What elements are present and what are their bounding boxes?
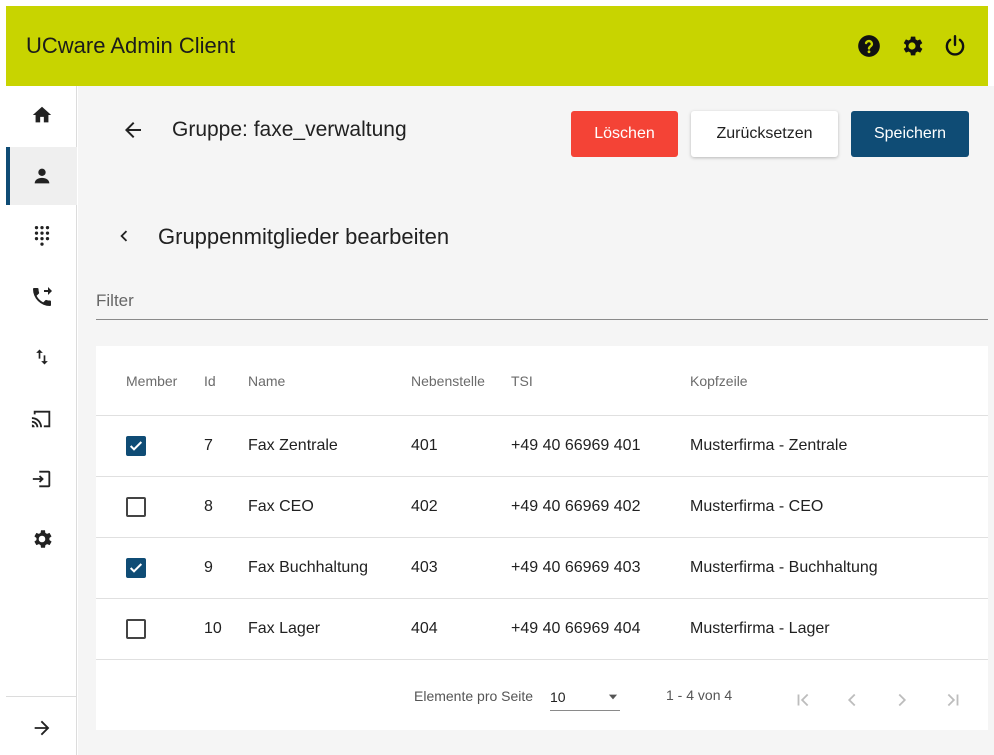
top-app-bar: UCware Admin Client: [6, 6, 988, 86]
row-id: 8: [204, 498, 213, 515]
row-name: Fax CEO: [248, 498, 314, 515]
row-name: Fax Buchhaltung: [248, 559, 369, 576]
gear-icon: [33, 530, 52, 548]
delete-button[interactable]: Löschen: [571, 111, 678, 157]
row-tsi: +49 40 66969 401: [511, 437, 641, 454]
chevron-right-icon: [898, 693, 907, 707]
row-nebenstelle: 403: [411, 559, 438, 576]
dropdown-arrow-icon: [608, 694, 618, 700]
header-actions: [856, 33, 968, 59]
sidebar-item-users[interactable]: [6, 147, 77, 205]
check-icon: [129, 563, 143, 573]
back-button[interactable]: [119, 116, 147, 144]
row-nebenstelle: 402: [411, 498, 438, 515]
table-row[interactable]: 9 Fax Buchhaltung 403 +49 40 66969 403 M…: [96, 538, 988, 599]
home-icon: [32, 106, 51, 123]
row-id: 7: [204, 437, 213, 454]
first-page-button[interactable]: [786, 682, 822, 718]
last-page-icon: [947, 693, 959, 707]
check-icon: [129, 441, 143, 451]
chevron-left-icon: [847, 693, 856, 707]
row-kopfzeile: Musterfirma - Buchhaltung: [690, 559, 878, 576]
previous-page-button[interactable]: [834, 682, 870, 718]
sidebar-item-settings[interactable]: [6, 510, 77, 568]
column-header-id[interactable]: Id: [204, 346, 216, 415]
row-nebenstelle: 401: [411, 437, 438, 454]
member-checkbox[interactable]: [126, 558, 146, 578]
sidebar-expand-button[interactable]: [6, 699, 77, 755]
sidebar-item-login[interactable]: [6, 450, 77, 508]
arrow-back-icon: [125, 122, 141, 138]
row-tsi: +49 40 66969 403: [511, 559, 641, 576]
row-kopfzeile: Musterfirma - Lager: [690, 620, 830, 637]
member-checkbox[interactable]: [126, 619, 146, 639]
row-tsi: +49 40 66969 404: [511, 620, 641, 637]
sidebar-item-routing[interactable]: [6, 328, 77, 386]
page-range-label: 1 - 4 von 4: [666, 687, 733, 703]
last-page-button[interactable]: [934, 682, 970, 718]
main-content: Gruppe: faxe_verwaltung Löschen Zurückse…: [78, 86, 994, 755]
row-tsi: +49 40 66969 402: [511, 498, 641, 515]
row-kopfzeile: Musterfirma - Zentrale: [690, 437, 848, 454]
cast-icon: [31, 410, 50, 428]
row-nebenstelle: 404: [411, 620, 438, 637]
column-header-nebenstelle[interactable]: Nebenstelle: [411, 346, 485, 415]
column-header-member[interactable]: Member: [126, 346, 177, 415]
table-header: Member Id Name Nebenstelle TSI Kopfzeile: [96, 346, 988, 416]
sidebar-item-dialpad[interactable]: [6, 206, 77, 264]
save-button[interactable]: Speichern: [851, 111, 969, 157]
column-header-tsi[interactable]: TSI: [511, 346, 533, 415]
swap-vert-icon: [35, 349, 48, 365]
table-row[interactable]: 10 Fax Lager 404 +49 40 66969 404 Muster…: [96, 599, 988, 660]
section-title: Gruppenmitglieder bearbeiten: [158, 224, 450, 249]
page-size-label: Elemente pro Seite: [414, 688, 534, 704]
members-table: Member Id Name Nebenstelle TSI Kopfzeile…: [96, 346, 988, 730]
row-name: Fax Zentrale: [248, 437, 338, 454]
reset-button[interactable]: Zurücksetzen: [691, 111, 838, 157]
sidebar-item-call-forward[interactable]: [6, 268, 77, 326]
login-icon: [32, 470, 50, 488]
power-icon[interactable]: [942, 33, 968, 59]
column-header-name[interactable]: Name: [248, 346, 285, 415]
filter-field[interactable]: [96, 282, 988, 320]
paginator: Elemente pro Seite 10 1 - 4 von 4: [96, 670, 988, 730]
dialpad-icon: [34, 226, 49, 246]
sidebar-divider: [6, 696, 77, 697]
row-id: 9: [204, 559, 213, 576]
section-back-button[interactable]: [112, 224, 136, 248]
page-title: Gruppe: faxe_verwaltung: [172, 118, 407, 141]
arrow-right-icon: [34, 720, 49, 736]
phone-forward-icon: [32, 287, 52, 306]
row-id: 10: [204, 620, 222, 637]
table-row[interactable]: 7 Fax Zentrale 401 +49 40 66969 401 Must…: [96, 416, 988, 477]
next-page-button[interactable]: [884, 682, 920, 718]
sidebar-nav: [6, 86, 77, 755]
chevron-left-icon: [120, 230, 128, 242]
person-icon: [34, 168, 49, 184]
page-size-value: 10: [550, 689, 566, 705]
section-header: Gruppenmitglieder bearbeiten: [78, 216, 994, 256]
help-icon[interactable]: [856, 33, 882, 59]
table-row[interactable]: 8 Fax CEO 402 +49 40 66969 402 Musterfir…: [96, 477, 988, 538]
column-header-kopfzeile[interactable]: Kopfzeile: [690, 346, 748, 415]
member-checkbox[interactable]: [126, 497, 146, 517]
app-title: UCware Admin Client: [26, 33, 236, 58]
row-name: Fax Lager: [248, 620, 321, 637]
row-kopfzeile: Musterfirma - CEO: [690, 498, 824, 515]
first-page-icon: [797, 693, 809, 707]
settings-icon[interactable]: [899, 33, 925, 59]
page-size-select[interactable]: 10: [550, 684, 620, 711]
sidebar-item-home[interactable]: [6, 86, 77, 144]
member-checkbox[interactable]: [126, 436, 146, 456]
filter-input[interactable]: [96, 282, 988, 319]
sidebar-item-cast[interactable]: [6, 390, 77, 448]
page-header: Gruppe: faxe_verwaltung Löschen Zurückse…: [78, 86, 994, 176]
